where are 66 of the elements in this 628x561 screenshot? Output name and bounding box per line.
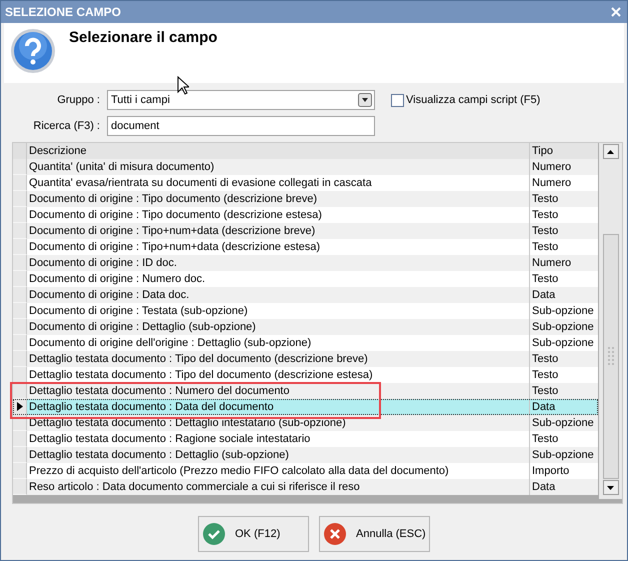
scroll-down-button[interactable] <box>602 480 618 495</box>
group-label: Gruppo : <box>56 92 101 108</box>
table-row[interactable]: Documento di origine : Dettaglio (sub-opzione) Sub-opzione <box>13 319 598 335</box>
table-row[interactable]: Documento di origine : ID doc. Numero <box>13 255 598 271</box>
search-label: Ricerca (F3) : <box>32 118 101 134</box>
cancel-button[interactable]: Annulla (ESC) <box>319 516 430 552</box>
window-title: SELEZIONE CAMPO <box>5 4 122 21</box>
table-cell-text: Testo <box>531 192 560 207</box>
table-cell-text: Testo <box>531 272 560 287</box>
table-row[interactable]: Documento di origine : Tipo documento (descrizione breve) Testo <box>13 191 598 207</box>
table-row[interactable]: Dettaglio testata documento : Numero del documento Testo <box>13 383 598 399</box>
up-arrow-icon <box>607 150 614 154</box>
close-icon <box>324 523 346 545</box>
table-cell-text: Sub-opzione <box>531 448 595 463</box>
table-cell-text: Testo <box>531 432 560 447</box>
table-cell-text: Data <box>531 400 556 415</box>
column-header[interactable]: Tipo <box>530 143 598 159</box>
row-header[interactable] <box>13 399 27 415</box>
down-arrow-icon <box>607 486 614 490</box>
vertical-scrollbar[interactable] <box>599 143 622 499</box>
question-icon <box>10 28 56 74</box>
ok-button[interactable]: OK (F12) <box>198 516 309 552</box>
table-row[interactable]: Dettaglio testata documento : Dettaglio (sub-opzione) Sub-opzione <box>13 447 598 463</box>
close-button[interactable] <box>609 5 623 19</box>
table-cell-text: Numero <box>531 256 572 271</box>
scroll-up-button[interactable] <box>602 144 618 159</box>
scroll-thumb[interactable] <box>602 234 618 479</box>
table-row[interactable]: Documento di origine dell'origine : Dettaglio (sub-opzione) Sub-opzione <box>13 335 598 351</box>
table-row[interactable]: Dettaglio testata documento : Ragione sociale intestatario Testo <box>13 431 598 447</box>
group-dropdown[interactable]: Tutti i campi <box>107 90 375 110</box>
table-row[interactable]: Quantita' evasa/rientrata su documenti di evasione collegati in cascata Numero <box>13 175 598 191</box>
table-row[interactable]: Documento di origine : Numero doc. Testo <box>13 271 598 287</box>
table-cell-text: Sub-opzione <box>531 416 595 431</box>
table-cell: Reso articolo : Data documento commerciale a cui si riferisce il reso <box>27 479 530 495</box>
script-checkbox[interactable] <box>391 94 404 106</box>
table-row[interactable]: Dettaglio testata documento : Tipo del documento (descrizione estesa) Testo <box>13 367 598 383</box>
script-checkbox-label: Visualizza campi script (F5) <box>406 92 540 108</box>
table-row[interactable]: Dettaglio testata documento : Data del documento Data <box>13 399 598 415</box>
table-row[interactable]: Documento di origine : Tipo+num+data (descrizione breve) Testo <box>13 223 598 239</box>
table-cell-text: Testo <box>531 368 560 383</box>
table-cell-text: Testo <box>531 240 560 255</box>
table-row[interactable]: Documento di origine : Testata (sub-opzione) Sub-opzione <box>13 303 598 319</box>
header-title: Selezionare il campo <box>69 28 218 48</box>
table-cell-text: Numero <box>531 176 572 191</box>
table-cell-text: Sub-opzione <box>531 336 595 351</box>
row-pointer-icon <box>16 402 22 411</box>
table-cell-text: Sub-opzione <box>531 304 595 319</box>
check-icon <box>203 523 225 545</box>
search-field[interactable]: document <box>107 116 375 136</box>
table-row[interactable]: Documento di origine : Tipo documento (descrizione estesa) Testo <box>13 207 598 223</box>
table-cell-text: Importo <box>531 464 570 479</box>
table-cell-text: Numero <box>531 160 572 175</box>
table-cell-text: Testo <box>531 208 560 223</box>
table-cell-text: Data <box>531 288 556 303</box>
table-row[interactable]: Quantita' (unita' di misura documento) Numero <box>13 159 598 175</box>
table-row[interactable]: Prezzo di acquisto dell'articolo (Prezzo medio FIFO calcolato alla data del documento) Importo <box>13 463 598 479</box>
table-cell-text: Testo <box>531 224 560 239</box>
table-row[interactable]: Reso articolo : Data documento commerciale a cui si riferisce il reso Data <box>13 479 598 495</box>
table-cell-text: Data <box>531 480 556 495</box>
table-cell-text: Sub-opzione <box>531 320 595 335</box>
table-cell-text: Testo <box>531 352 560 367</box>
table-cell-text: Testo <box>531 384 560 399</box>
table-row[interactable]: Documento di origine : Data doc. Data <box>13 287 598 303</box>
table-row[interactable]: Dettaglio testata documento : Dettaglio intestatario (sub-opzione) Sub-opzione <box>13 415 598 431</box>
table-row[interactable]: Dettaglio testata documento : Tipo del documento (descrizione breve) Testo <box>13 351 598 367</box>
table-row[interactable]: Documento di origine : Tipo+num+data (descrizione estesa) Testo <box>13 239 598 255</box>
